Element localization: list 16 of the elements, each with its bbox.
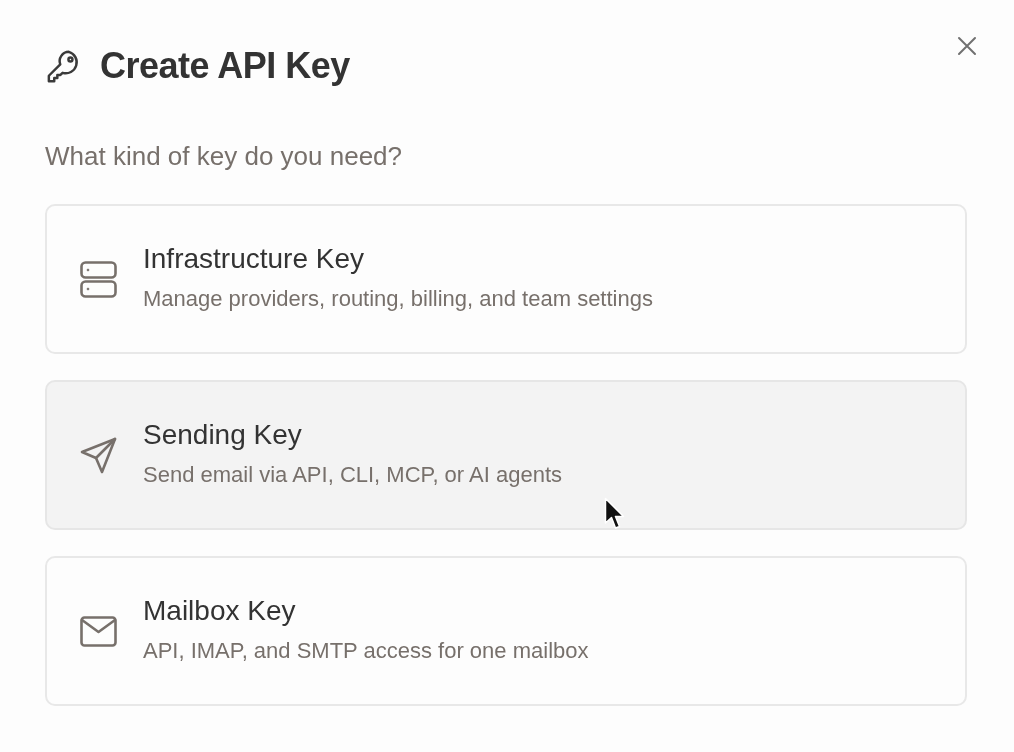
envelope-icon	[80, 615, 117, 647]
server-icon	[80, 260, 117, 298]
key-type-option[interactable]: Sending Key Send email via API, CLI, MCP, or AI agents	[45, 380, 967, 530]
dialog-prompt: What kind of key do you need?	[45, 140, 403, 172]
option-description: Manage providers, routing, billing, and team settings	[143, 285, 653, 313]
close-icon	[957, 36, 977, 56]
mouse-pointer-icon	[604, 497, 626, 531]
paper-plane-icon	[80, 436, 117, 474]
option-title: Infrastructure Key	[143, 242, 365, 276]
key-type-option[interactable]: Mailbox Key API, IMAP, and SMTP access for one mailbox	[45, 556, 967, 706]
option-title: Mailbox Key	[143, 594, 297, 628]
option-description: API, IMAP, and SMTP access for one mailbox	[143, 637, 589, 665]
dialog-title: Create API Key	[100, 44, 350, 88]
option-description: Send email via API, CLI, MCP, or AI agents	[143, 461, 563, 489]
key-type-option[interactable]: Infrastructure Key Manage providers, routing, billing, and team settings	[45, 204, 967, 354]
option-title: Sending Key	[143, 418, 303, 452]
